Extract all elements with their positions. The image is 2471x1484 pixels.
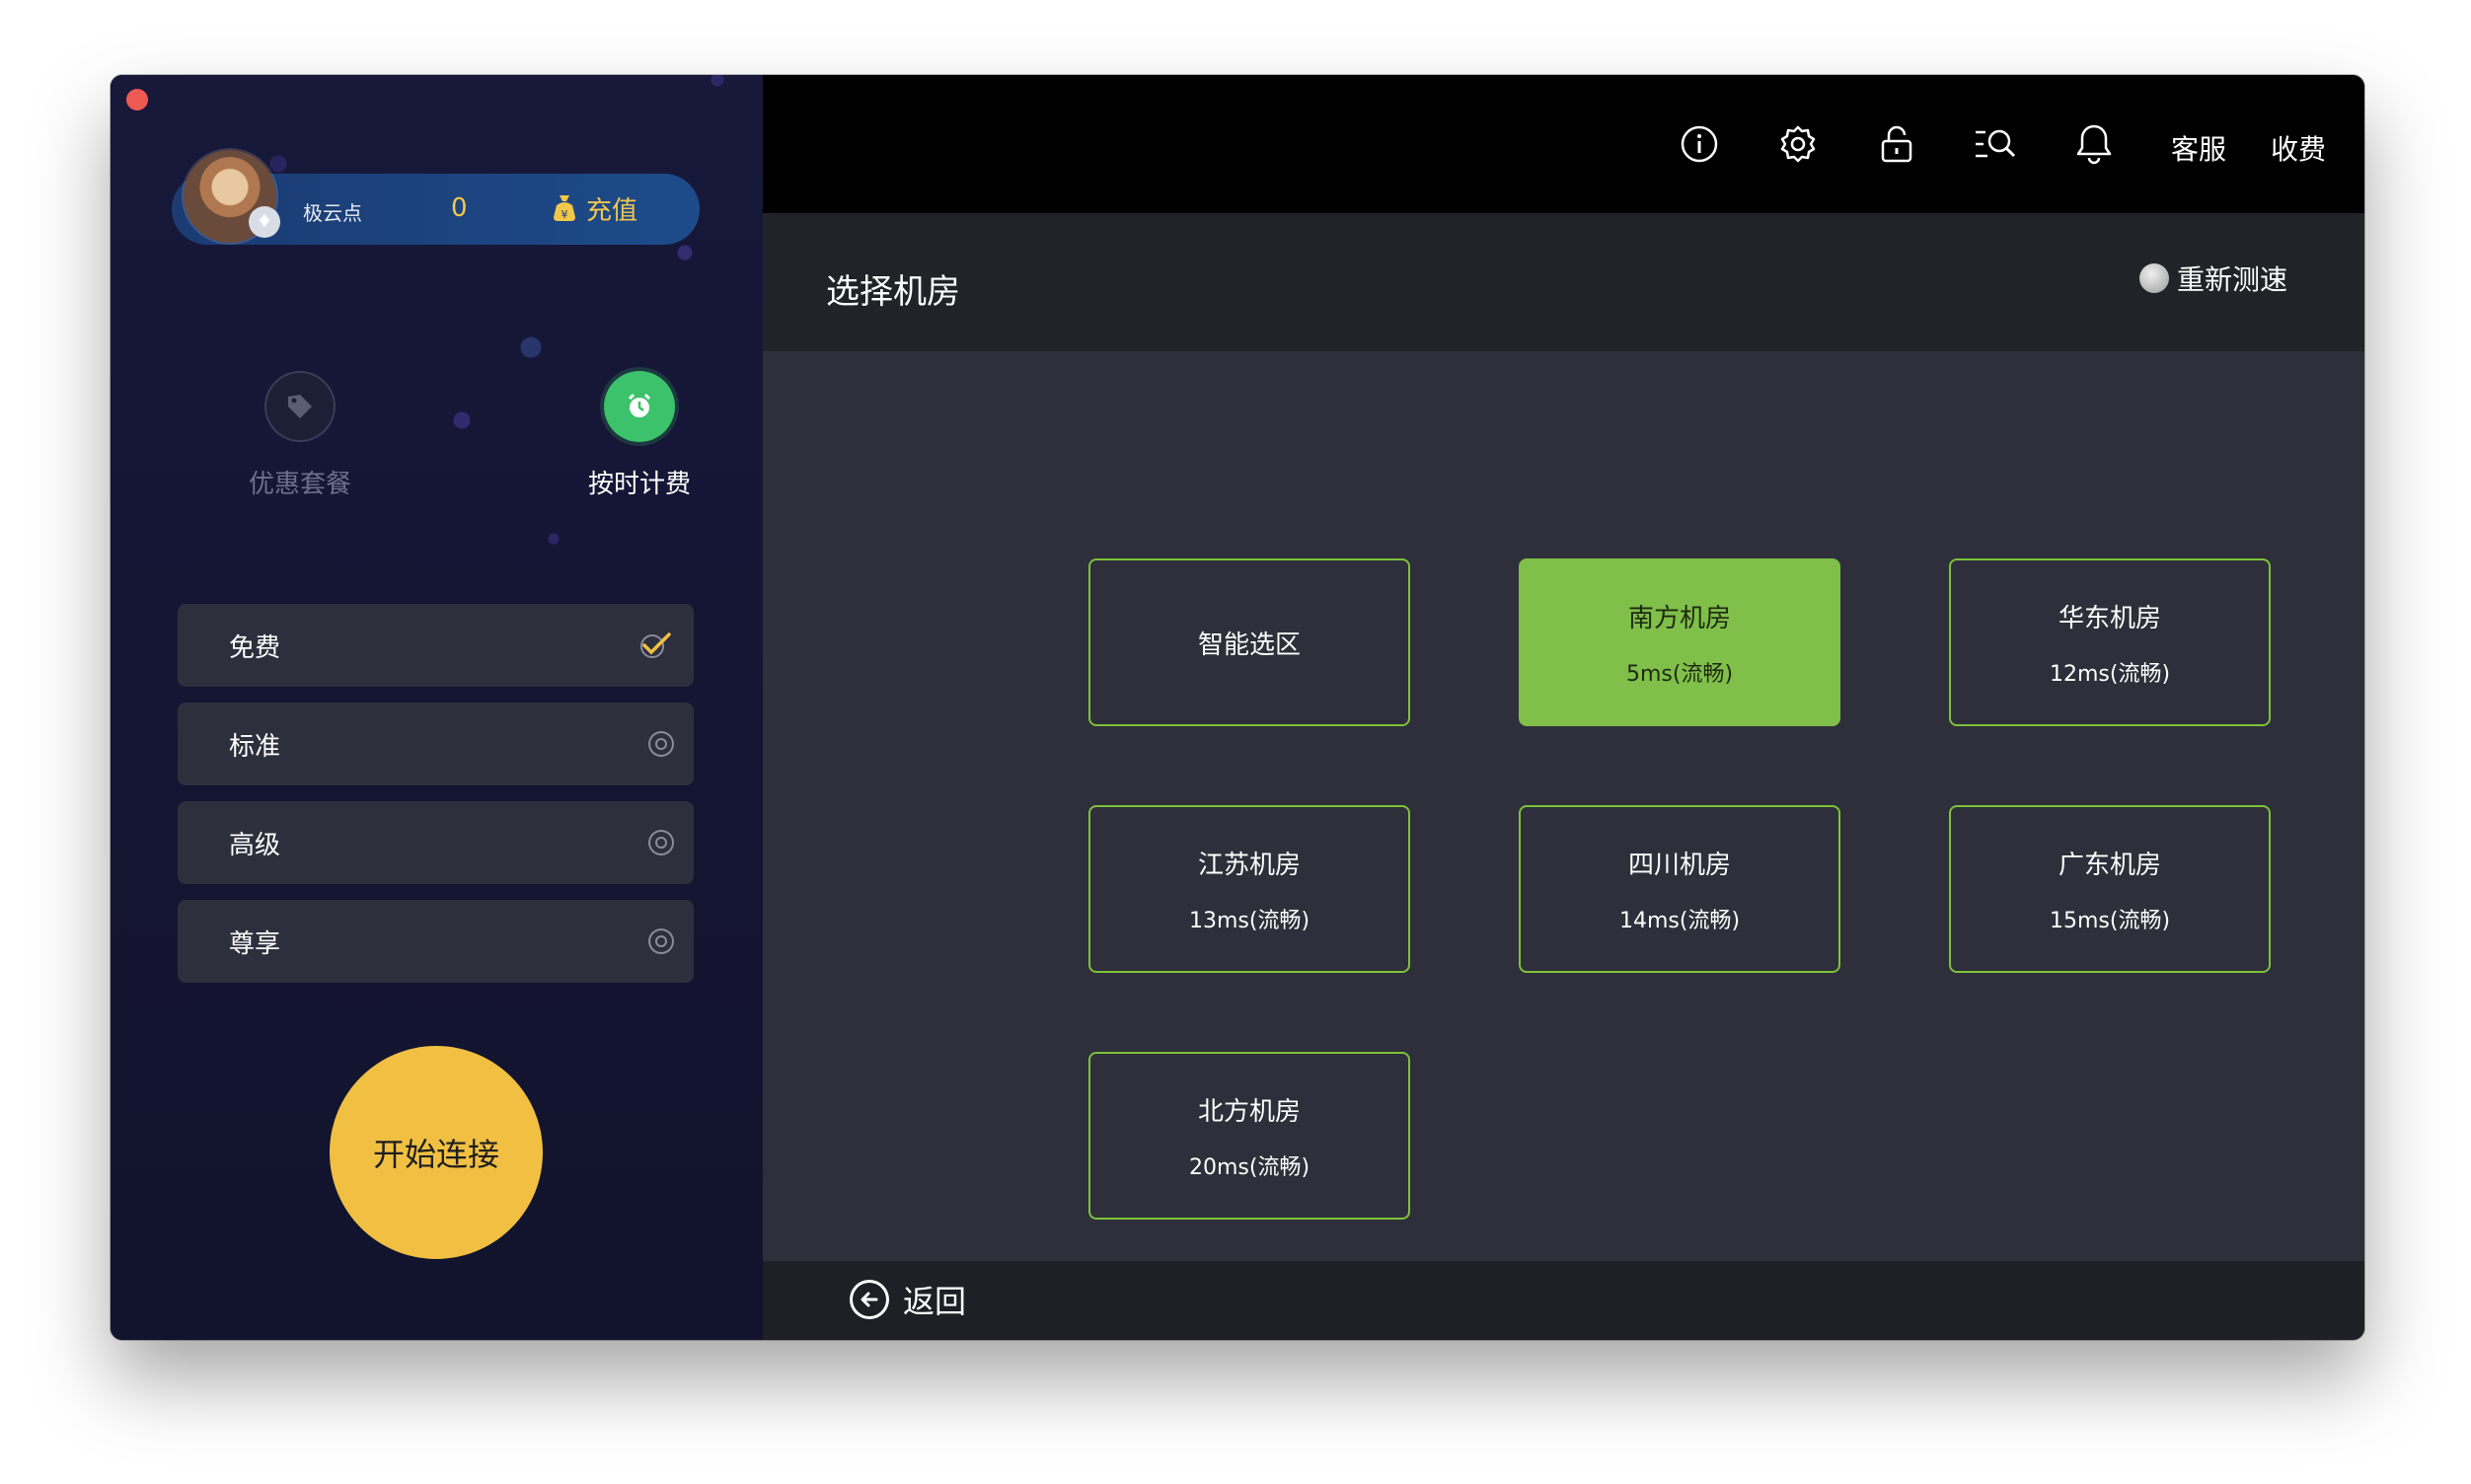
back-button[interactable]: 返回	[850, 1277, 966, 1322]
speed-test-icon	[2139, 263, 2169, 293]
tab-discount-plan[interactable]: 优惠套餐	[231, 371, 369, 500]
billing-link[interactable]: 收费	[2271, 128, 2326, 168]
customer-service-link[interactable]: 客服	[2171, 128, 2226, 168]
room-sichuan[interactable]: 四川机房 14ms(流畅)	[1519, 805, 1840, 973]
content-header: 选择机房 重新测速	[763, 213, 2364, 351]
tier-label: 免费	[229, 632, 281, 663]
top-bar: 客服 收费	[763, 75, 2364, 213]
room-name: 广东机房	[2058, 850, 2161, 880]
user-name: 极云点	[303, 201, 362, 225]
room-ping: 13ms(流畅)	[1188, 908, 1310, 933]
info-icon[interactable]	[1678, 122, 1721, 166]
tier-free[interactable]: 免费	[178, 604, 694, 687]
sidebar: ♦ 极云点 0 ¥ 充值 优惠套餐 按时计费 免费 标准 高级 尊享 开始连接	[111, 75, 763, 1340]
tier-advanced[interactable]: 高级	[178, 801, 694, 884]
room-south[interactable]: 南方机房 5ms(流畅)	[1519, 558, 1840, 726]
radio-icon	[648, 830, 674, 855]
footer-bar: 返回	[763, 1261, 2364, 1340]
user-points: 0	[451, 193, 468, 223]
bell-icon[interactable]	[2072, 122, 2116, 166]
room-ping: 5ms(流畅)	[1625, 661, 1734, 687]
tier-label: 尊享	[229, 928, 281, 959]
room-ping: 15ms(流畅)	[2049, 908, 2171, 933]
gear-icon[interactable]	[1776, 122, 1820, 166]
recharge-button[interactable]: ¥ 充值	[551, 191, 638, 226]
radio-icon	[648, 731, 674, 757]
radio-icon	[648, 928, 674, 954]
room-name: 四川机房	[1627, 850, 1731, 880]
svg-text:¥: ¥	[562, 208, 568, 221]
tab-hourly-billing[interactable]: 按时计费	[570, 371, 709, 500]
page-title: 选择机房	[826, 272, 960, 312]
tab-discount-label: 优惠套餐	[248, 470, 351, 499]
search-list-icon[interactable]	[1974, 122, 2017, 166]
room-name: 智能选区	[1197, 630, 1301, 660]
tier-standard[interactable]: 标准	[178, 703, 694, 785]
back-arrow-icon	[850, 1280, 889, 1319]
diamond-icon: ♦	[249, 206, 280, 238]
tag-icon	[264, 371, 336, 442]
room-ping: 14ms(流畅)	[1618, 908, 1741, 933]
close-window-button[interactable]	[126, 89, 148, 111]
room-name: 北方机房	[1197, 1096, 1301, 1127]
room-ping: 20ms(流畅)	[1188, 1154, 1310, 1180]
start-connect-button[interactable]: 开始连接	[330, 1046, 543, 1259]
room-guangdong[interactable]: 广东机房 15ms(流畅)	[1949, 805, 2271, 973]
room-east-china[interactable]: 华东机房 12ms(流畅)	[1949, 558, 2271, 726]
money-bag-icon: ¥	[554, 195, 575, 221]
room-name: 江苏机房	[1197, 850, 1301, 880]
retest-speed-button[interactable]: 重新测速	[2139, 259, 2287, 298]
tier-label: 高级	[229, 830, 281, 860]
recharge-label: 充值	[586, 195, 638, 226]
unlock-icon[interactable]	[1875, 122, 1918, 166]
room-grid: 智能选区 南方机房 5ms(流畅) 华东机房 12ms(流畅) 江苏机房 13m…	[763, 351, 2364, 1261]
room-name: 南方机房	[1627, 603, 1731, 633]
checkmark-icon	[640, 632, 671, 658]
room-name: 华东机房	[2058, 603, 2161, 633]
back-label: 返回	[903, 1283, 967, 1320]
room-jiangsu[interactable]: 江苏机房 13ms(流畅)	[1088, 805, 1410, 973]
retest-label: 重新测速	[2177, 263, 2288, 296]
app-window: ♦ 极云点 0 ¥ 充值 优惠套餐 按时计费 免费 标准 高级 尊享 开始连接 …	[111, 75, 2364, 1340]
room-smart-select[interactable]: 智能选区	[1088, 558, 1410, 726]
alarm-clock-icon	[604, 371, 675, 442]
tab-hourly-label: 按时计费	[587, 470, 691, 499]
room-ping: 12ms(流畅)	[2049, 661, 2171, 687]
tier-premium[interactable]: 尊享	[178, 900, 694, 983]
tier-label: 标准	[229, 731, 281, 762]
room-north[interactable]: 北方机房 20ms(流畅)	[1088, 1052, 1410, 1220]
